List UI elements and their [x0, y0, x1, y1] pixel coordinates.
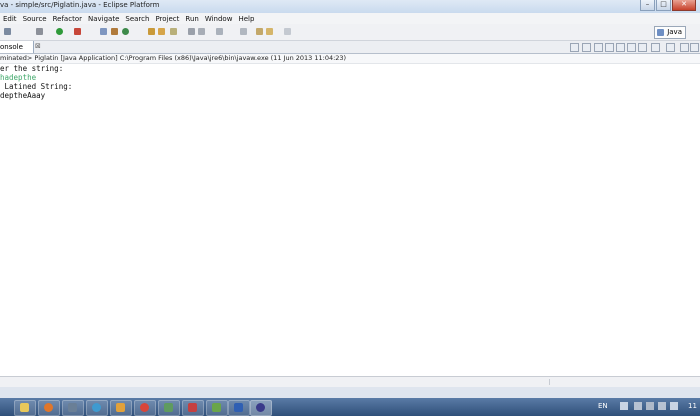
menu-window[interactable]: Window — [202, 15, 236, 23]
main-toolbar — [0, 24, 700, 41]
search-icon[interactable] — [170, 28, 177, 35]
menu-source[interactable]: Source — [20, 15, 50, 23]
menu-project[interactable]: Project — [152, 15, 182, 23]
taskbar-app[interactable] — [182, 400, 204, 416]
app-icon — [212, 403, 221, 412]
perspective-label: Java — [667, 28, 682, 36]
folder-icon — [20, 403, 29, 412]
flag-icon[interactable] — [620, 402, 628, 410]
window-controls: – □ ✕ — [639, 0, 696, 11]
console-line: er the string: — [0, 64, 64, 73]
power-icon[interactable] — [646, 402, 654, 410]
taskbar-word[interactable] — [228, 400, 250, 416]
java-perspective-icon — [657, 29, 665, 36]
taskbar-firefox[interactable] — [38, 400, 60, 416]
taskbar-app[interactable] — [158, 400, 180, 416]
forward-icon[interactable] — [284, 28, 291, 35]
taskbar-chrome[interactable] — [134, 400, 156, 416]
console-line: Latined String: — [0, 82, 73, 91]
prev-annotation-icon[interactable] — [240, 28, 247, 35]
scroll-lock-icon[interactable] — [616, 43, 625, 52]
tab-console[interactable]: onsole — [0, 41, 34, 53]
debug-icon[interactable] — [36, 28, 43, 35]
minimize-button[interactable]: – — [640, 0, 655, 11]
app-icon — [68, 403, 77, 412]
menu-run[interactable]: Run — [182, 15, 201, 23]
app-icon — [164, 403, 173, 412]
new-package-icon[interactable] — [111, 28, 118, 35]
language-indicator[interactable]: EN — [598, 402, 608, 410]
taskbar-app[interactable] — [86, 400, 108, 416]
maximize-button[interactable]: □ — [656, 0, 671, 11]
taskbar-explorer[interactable] — [14, 400, 36, 416]
save-icon[interactable] — [4, 28, 11, 35]
last-edit-icon[interactable] — [256, 28, 263, 35]
clock[interactable]: 11 — [688, 402, 697, 410]
menu-search[interactable]: Search — [122, 15, 152, 23]
console-line: depthеAaay — [0, 91, 46, 100]
run-icon[interactable] — [56, 28, 63, 35]
word-icon — [234, 403, 243, 412]
open-task-icon[interactable] — [158, 28, 165, 35]
network-icon[interactable] — [658, 402, 666, 410]
new-java-project-icon[interactable] — [100, 28, 107, 35]
show-on-output-icon[interactable] — [627, 43, 636, 52]
window-title: va - simple/src/Piglatin.java - Eclipse … — [0, 1, 160, 9]
window-titlebar: va - simple/src/Piglatin.java - Eclipse … — [0, 0, 700, 13]
console-launch-info: minated> Piglatin [Java Application] C:\… — [0, 54, 700, 64]
menu-refactor[interactable]: Refactor — [50, 15, 85, 23]
console-output[interactable]: er the string: hadepthe Latined String: … — [0, 64, 700, 376]
open-console-icon[interactable] — [666, 43, 675, 52]
pin-console-icon[interactable] — [638, 43, 647, 52]
status-segment — [549, 379, 620, 385]
close-button[interactable]: ✕ — [672, 0, 696, 11]
taskbar-app[interactable] — [110, 400, 132, 416]
console-tabbar: onsole ⊠ — [0, 41, 700, 54]
remove-launch-icon[interactable] — [582, 43, 591, 52]
chrome-icon — [140, 403, 149, 412]
tray-icon[interactable] — [634, 402, 642, 410]
menu-bar: Edit Source Refactor Navigate Search Pro… — [0, 13, 700, 24]
firefox-icon — [44, 403, 53, 412]
taskbar-app[interactable] — [62, 400, 84, 416]
toggle-mark-icon[interactable] — [188, 28, 195, 35]
next-annotation-icon[interactable] — [216, 28, 223, 35]
volume-icon[interactable] — [670, 402, 678, 410]
app-icon — [116, 403, 125, 412]
minimize-view-icon[interactable] — [680, 43, 689, 52]
eclipse-icon — [256, 403, 265, 412]
annotation-icon[interactable] — [198, 28, 205, 35]
globe-icon — [92, 403, 101, 412]
menu-help[interactable]: Help — [235, 15, 257, 23]
perspective-java-button[interactable]: Java — [654, 26, 686, 39]
back-icon[interactable] — [266, 28, 273, 35]
open-type-icon[interactable] — [148, 28, 155, 35]
menu-navigate[interactable]: Navigate — [85, 15, 122, 23]
maximize-view-icon[interactable] — [690, 43, 699, 52]
taskbar-app[interactable] — [206, 400, 228, 416]
console-line-input: hadepthe — [0, 73, 37, 82]
external-tools-icon[interactable] — [74, 28, 81, 35]
new-class-icon[interactable] — [122, 28, 129, 35]
status-bar-lower — [0, 387, 700, 398]
display-console-icon[interactable] — [651, 43, 660, 52]
taskbar-eclipse[interactable] — [250, 400, 272, 416]
clear-console-icon[interactable] — [605, 43, 614, 52]
remove-all-launches-icon[interactable] — [594, 43, 603, 52]
os-taskbar: EN 11 — [0, 398, 700, 416]
menu-edit[interactable]: Edit — [0, 15, 20, 23]
close-icon[interactable]: ⊠ — [35, 42, 41, 50]
app-icon — [188, 403, 197, 412]
console-tab-label: onsole — [0, 43, 23, 51]
terminate-icon[interactable] — [570, 43, 579, 52]
